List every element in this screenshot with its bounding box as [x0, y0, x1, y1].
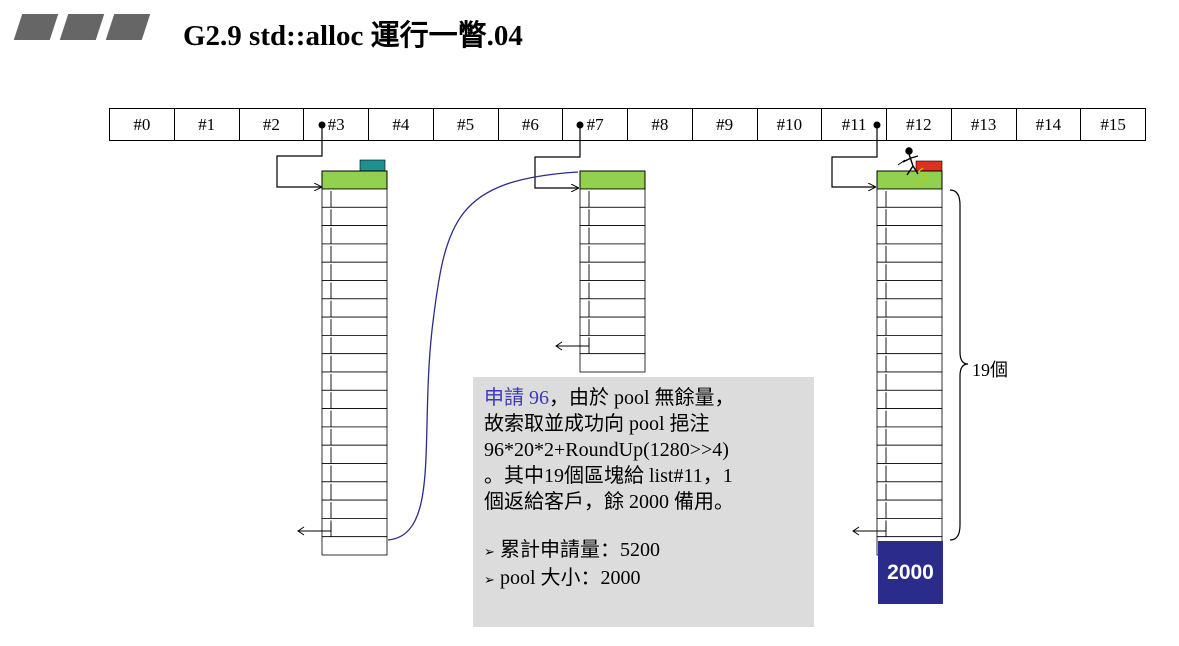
- chunk-cell: [321, 353, 388, 373]
- info-box: 申請 96，由於 pool 無餘量， 故索取並成功向 pool 挹注 96*20…: [473, 377, 814, 627]
- info-line5: 個返給客戶，餘 2000 備用。: [484, 491, 734, 513]
- info-line1: ，由於 pool 無餘量，: [549, 387, 735, 409]
- chunk-cell: [579, 225, 646, 245]
- chunk-cell: [321, 408, 388, 428]
- chunk-header: [321, 170, 388, 190]
- chunk-cell: [876, 261, 943, 281]
- chunk-cell: [321, 499, 388, 519]
- pointer-line-3: [276, 125, 323, 187]
- info-line3: 96*20*2+RoundUp(1280>>4): [484, 439, 729, 461]
- chunk-cell: [876, 371, 943, 391]
- chunk-cell: [321, 334, 388, 355]
- bullet-icon: ➢: [484, 544, 495, 559]
- chunk-cell: [876, 334, 943, 355]
- chunk-cell: [321, 206, 388, 227]
- chunk-cell: [321, 444, 388, 464]
- chunk-cell: [876, 499, 943, 519]
- chunk-cell: [321, 188, 388, 208]
- chunk-cell: [579, 280, 646, 300]
- info-highlight: 申請 96: [484, 387, 549, 409]
- bullet-pool: pool 大小：2000: [500, 567, 641, 589]
- chunk-cell: [876, 280, 943, 300]
- chunk-header: [579, 170, 646, 190]
- chunk-cell: [321, 280, 388, 300]
- chunk-cell: [876, 481, 943, 501]
- chunk-cell: [876, 188, 943, 208]
- chunk-cell: [876, 408, 943, 428]
- chunk-cell: [321, 536, 388, 556]
- chunk-cell: [321, 243, 388, 263]
- chunk-cell: [876, 389, 943, 409]
- chunk-header: [876, 170, 943, 190]
- chunk-cell: [579, 353, 646, 373]
- chunk-column-list7: [555, 170, 646, 373]
- chunk-cell: [876, 444, 943, 464]
- chunk-cell: [579, 206, 646, 227]
- chunk-cell: [321, 225, 388, 245]
- chunk-cell: [876, 518, 943, 538]
- bullet-icon: ➢: [484, 572, 495, 587]
- pointer-line-11: [831, 125, 878, 187]
- chunk-cell: [876, 206, 943, 227]
- pointer-line-7: [534, 125, 581, 188]
- chunk-tab-teal: [359, 159, 386, 172]
- chunk-cell: [321, 371, 388, 391]
- chunk-cell: [579, 298, 646, 318]
- brace: [949, 189, 969, 541]
- pool-remaining-block: 2000: [878, 541, 943, 604]
- chunk-cell: [876, 243, 943, 263]
- info-line4: 。其中19個區塊給 list#11，1: [484, 465, 733, 487]
- chunk-cell: [876, 353, 943, 373]
- chunk-cell: [321, 298, 388, 318]
- chunk-cell: [876, 298, 943, 318]
- info-line2: 故索取並成功向 pool 挹注: [484, 413, 710, 435]
- chunk-cell: [321, 481, 388, 501]
- chunk-cell: [579, 188, 646, 208]
- chunk-column-list3: [297, 170, 388, 556]
- chunk-cell: [579, 261, 646, 281]
- chunk-cell: [321, 463, 388, 483]
- chunk-cell: [876, 463, 943, 483]
- chunk-column-list11: [852, 170, 943, 556]
- chunk-cell: [579, 316, 646, 336]
- chunk-cell: [876, 426, 943, 446]
- chunk-cell: [321, 389, 388, 409]
- chunk-cell: [321, 426, 388, 446]
- brace-label: 19個: [972, 360, 1008, 380]
- chunk-cell: [321, 518, 388, 538]
- bullet-total: 累計申請量：5200: [500, 539, 660, 561]
- chunk-cell: [321, 261, 388, 281]
- chunk-cell: [876, 225, 943, 245]
- chunk-cell: [579, 334, 646, 355]
- chunk-cell: [876, 316, 943, 336]
- chunk-cell: [579, 243, 646, 263]
- chunk-cell: [321, 316, 388, 336]
